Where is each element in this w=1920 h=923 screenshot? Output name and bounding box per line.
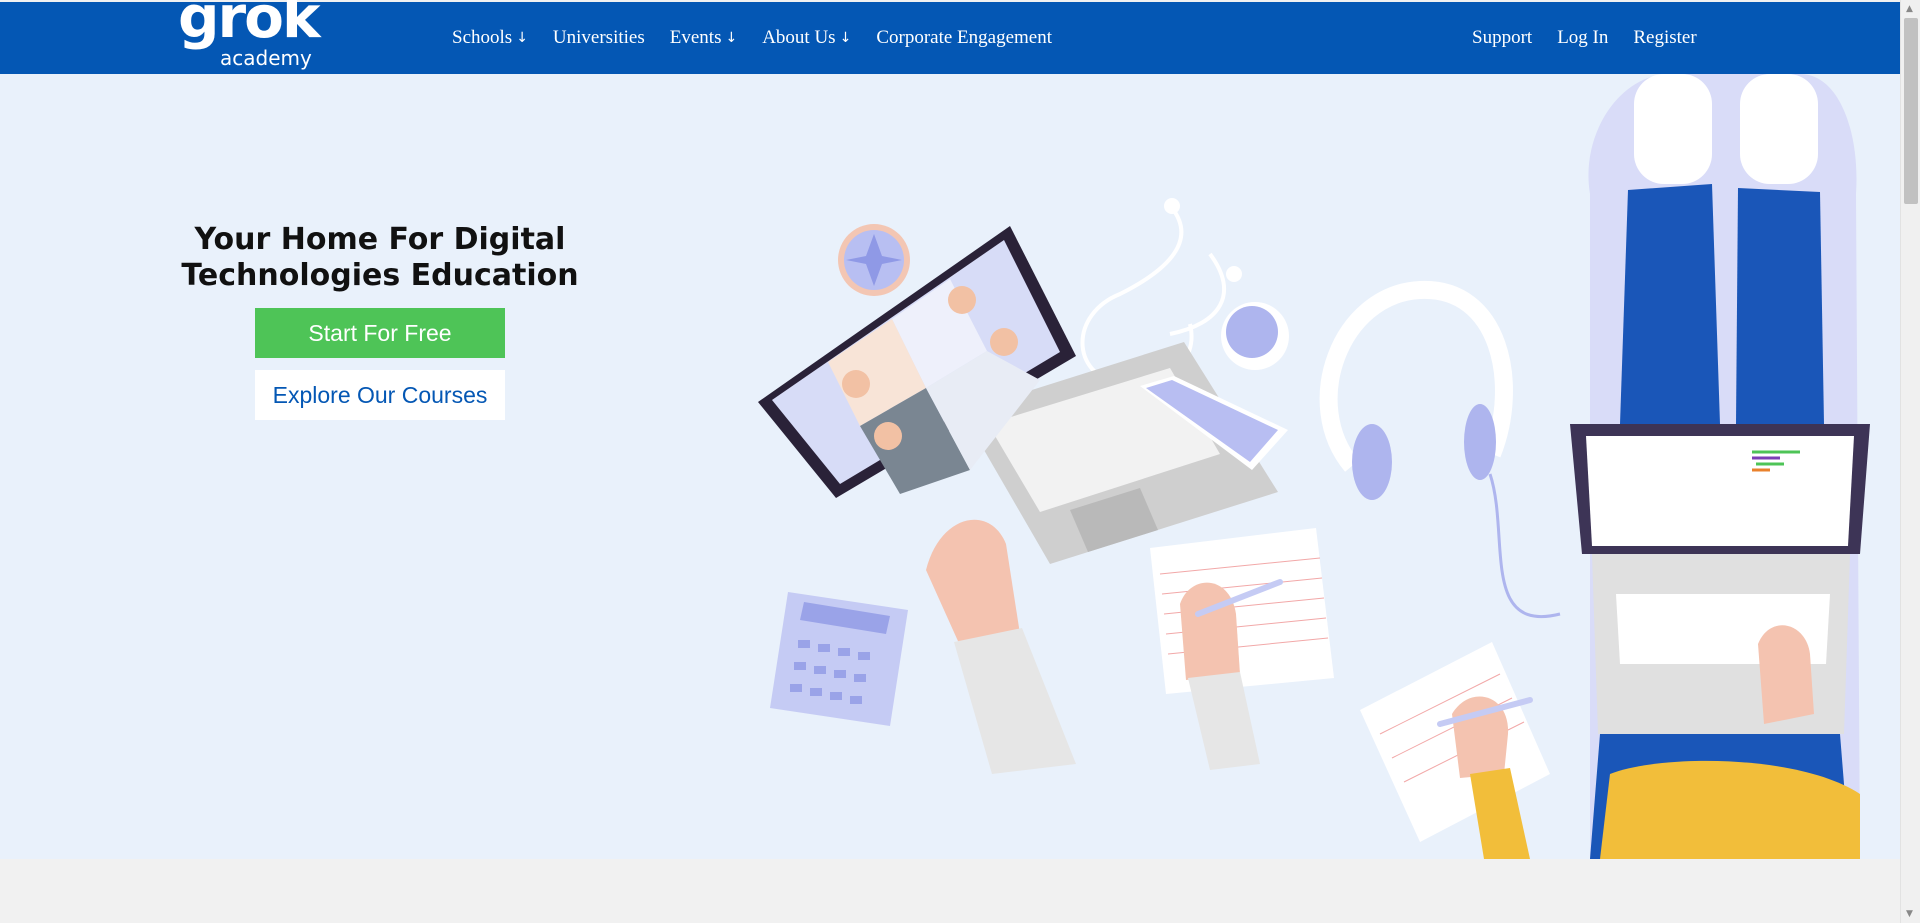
nav-log-in[interactable]: Log In [1557,27,1608,49]
spiral-notebook-icon [1360,642,1550,859]
headline-line-2: Technologies Education [181,258,579,293]
cup-icon [1221,302,1289,370]
notebook-icon [1150,528,1334,770]
nav-events[interactable]: Events ↓ [670,27,737,49]
student-with-laptop-icon [1570,74,1870,859]
grok-academy-logo[interactable]: grok academy [178,0,321,74]
nav-label: Universities [552,27,645,48]
logo-word: grok [178,0,321,51]
explore-courses-button[interactable]: Explore Our Courses [255,370,505,420]
nav-register[interactable]: Register [1633,27,1696,49]
start-for-free-button[interactable]: Start For Free [255,308,505,358]
nav-label: Events [669,27,722,48]
hero-headline: Your Home For Digital Technologies Educa… [160,222,600,294]
headline-line-1: Your Home For Digital [194,222,566,257]
nav-label: Corporate Engagement [876,27,1052,48]
site-header: grok academy Schools ↓ Universities Event… [0,0,1900,74]
nav-label: About Us [762,27,836,48]
nav-label: Schools [452,27,513,48]
primary-nav: Schools ↓ Universities Events ↓ About Us ↓ … [452,2,1077,74]
arrow-down-icon: ↓ [725,30,738,46]
account-nav: Support Log In Register [1472,2,1722,74]
scroll-up-icon[interactable]: ▲ [1906,4,1913,14]
nav-corporate-engagement[interactable]: Corporate Engagement [876,27,1052,49]
scroll-down-icon[interactable]: ▼ [1906,909,1913,919]
logo-sub: academy [220,46,312,70]
headphones-icon [1319,280,1561,618]
arrow-down-icon: ↓ [839,30,852,46]
arrow-down-icon: ↓ [516,30,528,46]
nav-support[interactable]: Support [1472,27,1532,49]
students-studying-illustration [758,74,1870,859]
calculator-icon [770,592,908,726]
nav-about-us[interactable]: About Us ↓ [762,27,851,49]
nav-schools[interactable]: Schools ↓ [452,27,528,49]
plant-icon [838,224,910,296]
hero-section: Your Home For Digital Technologies Educa… [0,74,1900,859]
nav-universities[interactable]: Universities [553,27,645,49]
scrollbar-thumb[interactable] [1904,18,1918,204]
page-scrollbar[interactable]: ▲ ▼ [1900,0,1920,923]
